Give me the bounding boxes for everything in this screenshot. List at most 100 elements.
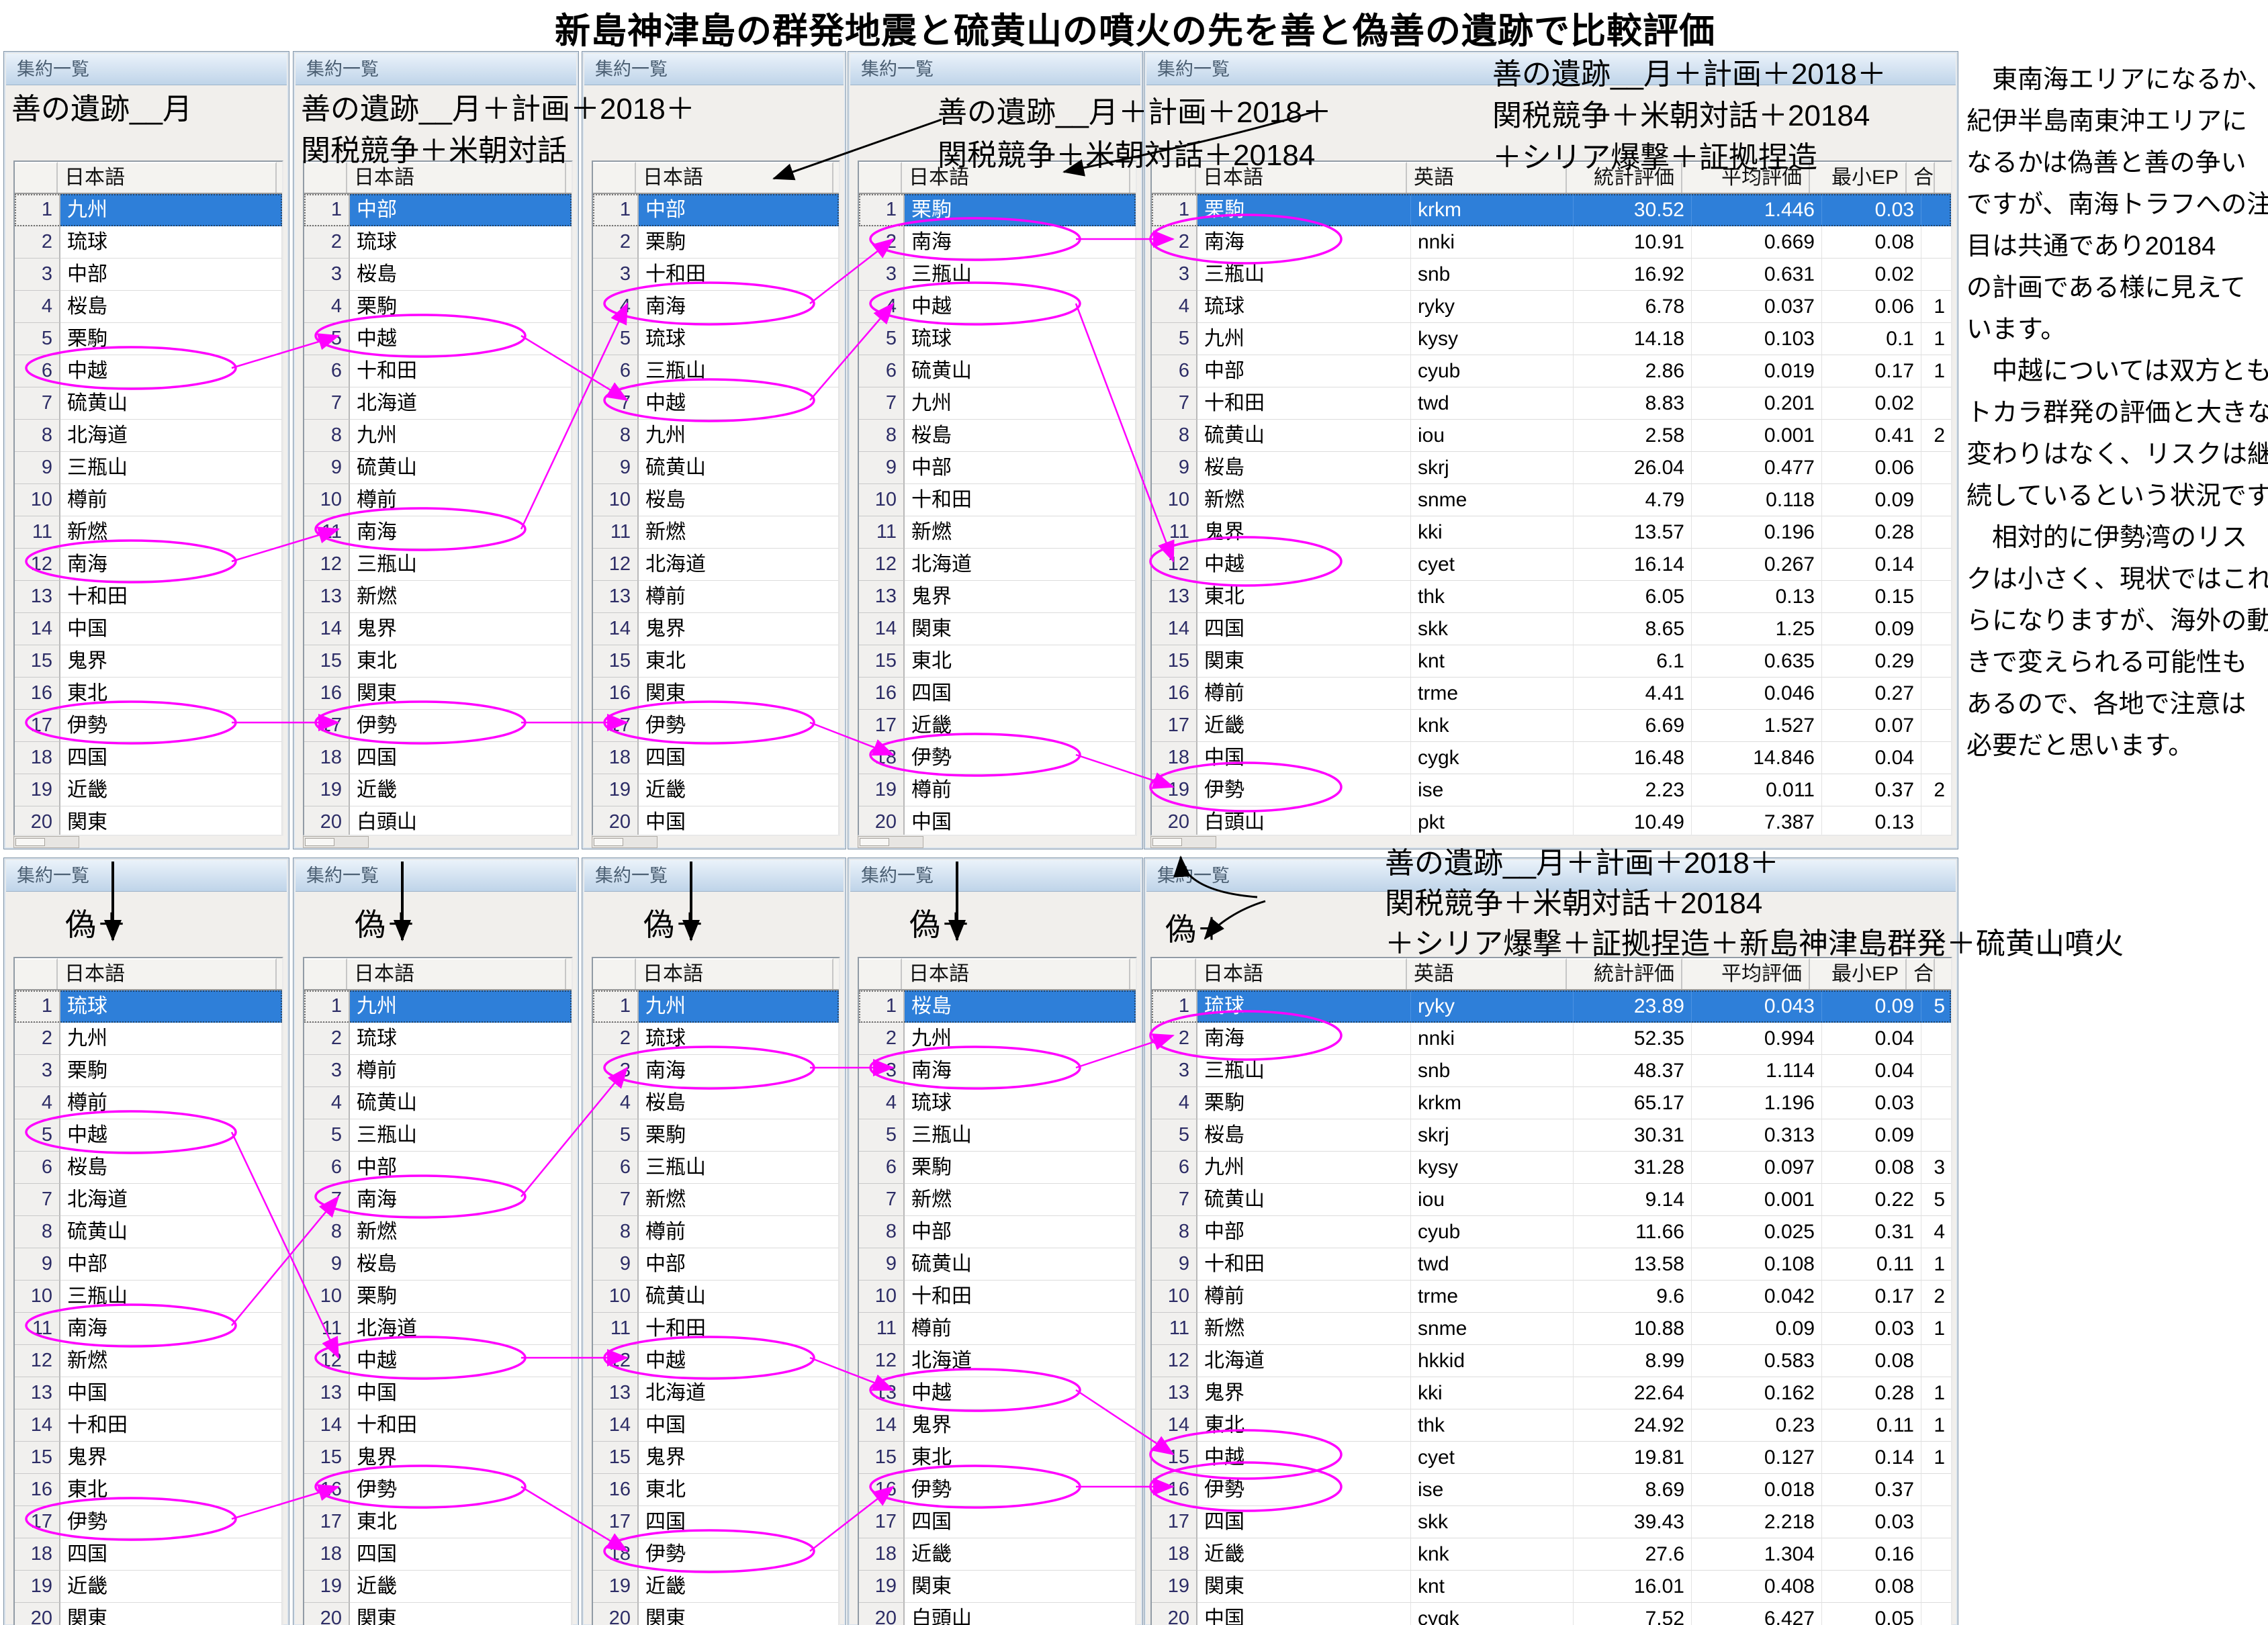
list-row[interactable]: 14十和田 [304, 1409, 572, 1442]
column-header[interactable] [1152, 958, 1196, 989]
list-row[interactable]: 1九州 [304, 990, 572, 1023]
table-row[interactable]: 10樽前trme9.60.0420.172 [1152, 1281, 1951, 1313]
column-header[interactable] [15, 958, 58, 989]
scrollbar-thumb[interactable] [15, 838, 45, 846]
list-row[interactable]: 13中越 [859, 1377, 1136, 1409]
table-row[interactable]: 11鬼界kki13.570.1960.28 [1152, 516, 1951, 549]
list-row[interactable]: 15鬼界 [15, 645, 282, 678]
table-row[interactable]: 13東北thk6.050.130.15 [1152, 581, 1951, 613]
list-row[interactable]: 10十和田 [859, 1281, 1136, 1313]
list-row[interactable]: 7新燃 [593, 1184, 839, 1216]
table-row[interactable]: 18中国cygk16.4814.8460.04 [1152, 742, 1951, 774]
list-row[interactable]: 6中越 [15, 355, 282, 387]
list-row[interactable]: 15東北 [859, 645, 1136, 678]
list-row[interactable]: 7北海道 [15, 1184, 282, 1216]
list-row[interactable]: 7南海 [304, 1184, 572, 1216]
table-row[interactable]: 12中越cyet16.140.2670.14 [1152, 549, 1951, 581]
horizontal-scrollbar[interactable] [303, 836, 369, 848]
list-row[interactable]: 19近畿 [304, 1571, 572, 1603]
table-row[interactable]: 3三瓶山snb48.371.1140.04 [1152, 1055, 1951, 1087]
list-row[interactable]: 8桜島 [859, 420, 1136, 452]
column-header-1[interactable]: 日本語 [636, 958, 833, 989]
list-row[interactable]: 6三瓶山 [593, 355, 839, 387]
list-row[interactable]: 14中国 [15, 613, 282, 645]
table-row[interactable]: 7十和田twd8.830.2010.02 [1152, 387, 1951, 420]
table-row[interactable]: 1栗駒krkm30.521.4460.03 [1152, 194, 1951, 226]
list-row[interactable]: 10樽前 [15, 484, 282, 516]
table-row[interactable]: 16樽前trme4.410.0460.27 [1152, 678, 1951, 710]
table-row[interactable]: 13鬼界kki22.640.1620.281 [1152, 1377, 1951, 1409]
window-titlebar[interactable]: 集約一覧 [584, 54, 844, 85]
list-row[interactable]: 9硫黄山 [593, 452, 839, 484]
table-row[interactable]: 9十和田twd13.580.1080.111 [1152, 1248, 1951, 1281]
list-row[interactable]: 8北海道 [15, 420, 282, 452]
list-row[interactable]: 3南海 [859, 1055, 1136, 1087]
window-titlebar[interactable]: 集約一覧 [850, 54, 1140, 85]
list-row[interactable]: 2琉球 [593, 1023, 839, 1055]
list-row[interactable]: 4南海 [593, 291, 839, 323]
table-row[interactable]: 19関東knt16.010.4080.08 [1152, 1571, 1951, 1603]
table-row[interactable]: 8中部cyub11.660.0250.314 [1152, 1216, 1951, 1248]
column-header[interactable] [15, 162, 58, 193]
list-row[interactable]: 11北海道 [304, 1313, 572, 1345]
list-row[interactable]: 4樽前 [15, 1087, 282, 1119]
list-row[interactable]: 14十和田 [15, 1409, 282, 1442]
table-row[interactable]: 6中部cyub2.860.0190.171 [1152, 355, 1951, 387]
list-row[interactable]: 17四国 [593, 1506, 839, 1538]
table-row[interactable]: 2南海nnki10.910.6690.08 [1152, 226, 1951, 259]
list-row[interactable]: 18伊勢 [593, 1538, 839, 1571]
list-row[interactable]: 13樽前 [593, 581, 839, 613]
list-row[interactable]: 18四国 [15, 742, 282, 774]
list-row[interactable]: 12北海道 [859, 549, 1136, 581]
table-row[interactable]: 11新燃snme10.880.090.031 [1152, 1313, 1951, 1345]
list-row[interactable]: 17伊勢 [15, 1506, 282, 1538]
table-row[interactable]: 4栗駒krkm65.171.1960.03 [1152, 1087, 1951, 1119]
list-row[interactable]: 20中国 [593, 806, 839, 836]
list-row[interactable]: 9硫黄山 [859, 1248, 1136, 1281]
column-header-1[interactable]: 日本語 [58, 162, 277, 193]
list-row[interactable]: 3十和田 [593, 259, 839, 291]
list-row[interactable]: 5琉球 [593, 323, 839, 355]
list-row[interactable]: 12中越 [304, 1345, 572, 1377]
list-row[interactable]: 16東北 [15, 678, 282, 710]
list-row[interactable]: 10硫黄山 [593, 1281, 839, 1313]
list-row[interactable]: 9硫黄山 [304, 452, 572, 484]
table-row[interactable]: 17四国skk39.432.2180.03 [1152, 1506, 1951, 1538]
list-row[interactable]: 5栗駒 [15, 323, 282, 355]
list-row[interactable]: 19関東 [859, 1571, 1136, 1603]
list-row[interactable]: 18四国 [593, 742, 839, 774]
list-row[interactable]: 14鬼界 [593, 613, 839, 645]
list-row[interactable]: 5琉球 [859, 323, 1136, 355]
list-row[interactable]: 20関東 [15, 806, 282, 836]
table-row[interactable]: 2南海nnki52.350.9940.04 [1152, 1023, 1951, 1055]
list-row[interactable]: 19近畿 [304, 774, 572, 806]
table-row[interactable]: 14四国skk8.651.250.09 [1152, 613, 1951, 645]
window-titlebar[interactable]: 集約一覧 [850, 860, 1140, 892]
column-header[interactable] [593, 958, 636, 989]
list-row[interactable]: 7硫黄山 [15, 387, 282, 420]
list-row[interactable]: 1桜島 [859, 990, 1136, 1023]
list-row[interactable]: 8新燃 [304, 1216, 572, 1248]
list-row[interactable]: 9中部 [859, 452, 1136, 484]
list-row[interactable]: 6桜島 [15, 1152, 282, 1184]
column-header-1[interactable]: 日本語 [902, 958, 1130, 989]
list-row[interactable]: 16四国 [859, 678, 1136, 710]
scrollbar-thumb[interactable] [594, 838, 623, 846]
list-row[interactable]: 4桜島 [593, 1087, 839, 1119]
list-row[interactable]: 2南海 [859, 226, 1136, 259]
list-row[interactable]: 20白頭山 [304, 806, 572, 836]
list-row[interactable]: 13鬼界 [859, 581, 1136, 613]
list-row[interactable]: 13新燃 [304, 581, 572, 613]
list-row[interactable]: 8九州 [593, 420, 839, 452]
list-row[interactable]: 11南海 [304, 516, 572, 549]
list-row[interactable]: 1九州 [593, 990, 839, 1023]
list-row[interactable]: 10桜島 [593, 484, 839, 516]
list-row[interactable]: 1栗駒 [859, 194, 1136, 226]
list-row[interactable]: 18伊勢 [859, 742, 1136, 774]
table-row[interactable]: 14東北thk24.920.230.111 [1152, 1409, 1951, 1442]
horizontal-scrollbar[interactable] [13, 836, 79, 848]
list-row[interactable]: 11十和田 [593, 1313, 839, 1345]
list-row[interactable]: 4栗駒 [304, 291, 572, 323]
list-row[interactable]: 17伊勢 [15, 710, 282, 742]
list-row[interactable]: 6三瓶山 [593, 1152, 839, 1184]
